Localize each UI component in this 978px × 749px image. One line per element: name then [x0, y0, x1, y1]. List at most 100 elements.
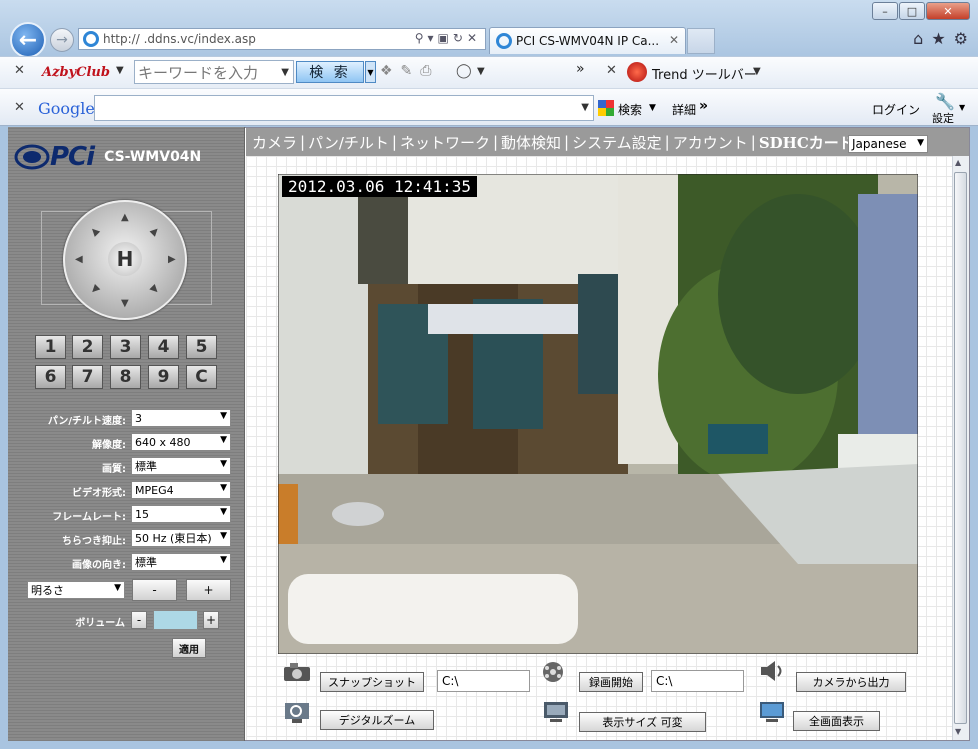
trend-toolbar-label[interactable]: Trend ツールバー — [652, 64, 757, 83]
arrow-up-left-icon[interactable]: ▲ — [88, 225, 101, 238]
brightness-plus-button[interactable]: + — [186, 579, 231, 601]
arrow-left-icon[interactable]: ◀ — [75, 254, 83, 265]
resolution-select[interactable]: 640 x 480 ▼ — [131, 433, 231, 451]
arrow-up-right-icon[interactable]: ▲ — [148, 225, 161, 238]
favorites-star-icon[interactable]: ★ — [931, 29, 945, 48]
brightness-minus-button[interactable]: - — [132, 579, 177, 601]
menu-camera[interactable]: カメラ — [249, 132, 300, 153]
quality-select[interactable]: 標準 ▼ — [131, 457, 231, 475]
home-icon[interactable]: ⌂ — [913, 29, 923, 48]
preset-button-5[interactable]: 5 — [186, 335, 217, 359]
apply-button[interactable]: 適用 — [172, 638, 206, 658]
menu-account[interactable]: アカウント — [670, 132, 751, 153]
keyword-dropdown-icon[interactable]: ▼ — [281, 67, 289, 78]
google-search-input[interactable]: ▼ — [94, 95, 594, 121]
wrench-icon[interactable]: 🔧 — [935, 92, 955, 111]
preset-button-3[interactable]: 3 — [110, 335, 141, 359]
preset-button-2[interactable]: 2 — [72, 335, 103, 359]
frame-rate-select[interactable]: 15 ▼ — [131, 505, 231, 523]
gear-icon[interactable]: ⚙ — [954, 29, 968, 48]
fullscreen-button[interactable]: 全画面表示 — [793, 711, 880, 731]
toolbar-close-icon[interactable]: ✕ — [14, 63, 25, 78]
brightness-value: 明るさ — [31, 584, 64, 597]
minimize-button[interactable]: – — [872, 2, 898, 20]
flicker-value: 50 Hz (東日本) — [135, 532, 212, 545]
pan-tilt-speed-select[interactable]: 3 ▼ — [131, 409, 231, 427]
record-start-button[interactable]: 録画開始 — [579, 672, 643, 692]
address-bar[interactable]: http:// .ddns.vc/index.asp ⚲▾▣↻✕ — [78, 28, 486, 50]
video-format-select[interactable]: MPEG4 ▼ — [131, 481, 231, 499]
lightbulb-icon[interactable]: ◯ — [456, 63, 472, 79]
google-dropdown-icon[interactable]: ▼ — [581, 102, 589, 113]
tab-camera[interactable]: PCI CS-WMV04N IP Ca... ✕ — [489, 27, 686, 54]
display-size-button[interactable]: 表示サイズ 可変 — [579, 712, 706, 732]
ptz-home-button[interactable]: H — [108, 242, 142, 276]
arrow-down-right-icon[interactable]: ▼ — [148, 283, 161, 296]
preset-button-7[interactable]: 7 — [72, 365, 103, 389]
digital-zoom-button[interactable]: デジタルズーム — [320, 710, 434, 730]
preset-button-8[interactable]: 8 — [110, 365, 141, 389]
scroll-up-icon[interactable]: ▲ — [955, 158, 961, 167]
back-button[interactable]: ← — [10, 22, 46, 58]
video-timestamp: 2012.03.06 12:41:35 — [282, 176, 478, 197]
google-toolbar-close-icon[interactable]: ✕ — [14, 100, 25, 115]
settings-button[interactable]: 設定 — [932, 110, 954, 126]
preset-button-9[interactable]: 9 — [148, 365, 179, 389]
preset-button-4[interactable]: 4 — [148, 335, 179, 359]
arrow-up-icon[interactable]: ▲ — [121, 212, 129, 223]
address-url: http:// .ddns.vc/index.asp — [103, 32, 256, 46]
forward-button[interactable]: → — [50, 28, 74, 52]
keyword-input[interactable]: キーワードを入力 ▼ — [134, 60, 294, 84]
record-path-input[interactable]: C:\ — [651, 670, 744, 692]
preset-button-6[interactable]: 6 — [35, 365, 66, 389]
speaker-icon — [761, 661, 782, 681]
settings-dropdown-icon[interactable]: ▼ — [959, 103, 965, 112]
volume-level-bar[interactable] — [153, 610, 198, 630]
language-select[interactable]: Japanese ▼ — [848, 135, 928, 153]
chevron-down-icon[interactable]: ▼ — [116, 65, 124, 76]
snapshot-path-input[interactable]: C:\ — [437, 670, 530, 692]
preset-button-clear[interactable]: C — [186, 365, 217, 389]
google-search-dropdown-icon[interactable]: ▼ — [649, 103, 656, 113]
azby-logo[interactable]: AzbyClub — [42, 65, 110, 80]
edit-tools-icon[interactable]: ❖✎⎙ — [380, 63, 439, 79]
volume-plus-button[interactable]: + — [203, 611, 219, 629]
close-button[interactable]: ✕ — [926, 2, 970, 20]
flicker-select[interactable]: 50 Hz (東日本) ▼ — [131, 529, 231, 547]
maximize-button[interactable]: □ — [899, 2, 925, 20]
browser-right-icons: ⌂ ★ ⚙ — [913, 29, 968, 48]
menu-pan-tilt[interactable]: パン/チルト — [305, 132, 392, 153]
preset-button-1[interactable]: 1 — [35, 335, 66, 359]
frame-rate-value: 15 — [135, 507, 149, 521]
google-search-button[interactable]: 検索 — [618, 101, 642, 118]
menu-sdhc-card[interactable]: SDHCカード — [756, 132, 857, 153]
keyword-search-button[interactable]: 検 索 — [296, 61, 364, 83]
arrow-right-icon[interactable]: ▶ — [168, 254, 176, 265]
search-options-icon[interactable]: ▼ — [365, 61, 376, 83]
toolbar-overflow-icon[interactable]: » — [576, 61, 585, 77]
google-overflow-icon[interactable]: » — [699, 98, 708, 114]
menu-system-settings[interactable]: システム設定 — [569, 132, 665, 153]
snapshot-button[interactable]: スナップショット — [320, 672, 424, 692]
ie-icon — [83, 31, 99, 47]
tab-close-icon[interactable]: ✕ — [669, 33, 679, 47]
lightbulb-dropdown-icon[interactable]: ▼ — [477, 66, 485, 77]
orientation-select[interactable]: 標準 ▼ — [131, 553, 231, 571]
volume-minus-button[interactable]: - — [131, 611, 147, 629]
brightness-select[interactable]: 明るさ ▼ — [27, 581, 125, 599]
arrow-down-left-icon[interactable]: ▼ — [88, 283, 101, 296]
login-button[interactable]: ログイン — [872, 101, 920, 118]
orientation-label: 画像の向き: — [72, 560, 126, 571]
new-tab-button[interactable] — [687, 28, 715, 54]
trend-close-icon[interactable]: ✕ — [606, 63, 617, 78]
address-tools-icon[interactable]: ⚲▾▣↻✕ — [415, 31, 481, 45]
live-video-feed[interactable] — [278, 174, 918, 654]
trend-dropdown-icon[interactable]: ▼ — [753, 66, 761, 77]
arrow-down-icon[interactable]: ▼ — [121, 298, 129, 309]
detail-button[interactable]: 詳細 — [672, 101, 696, 118]
scrollbar-thumb[interactable] — [954, 172, 967, 724]
menu-network[interactable]: ネットワーク — [397, 132, 493, 153]
camera-output-button[interactable]: カメラから出力 — [796, 672, 906, 692]
scroll-down-icon[interactable]: ▼ — [955, 727, 961, 736]
menu-motion-detection[interactable]: 動体検知 — [498, 132, 564, 153]
